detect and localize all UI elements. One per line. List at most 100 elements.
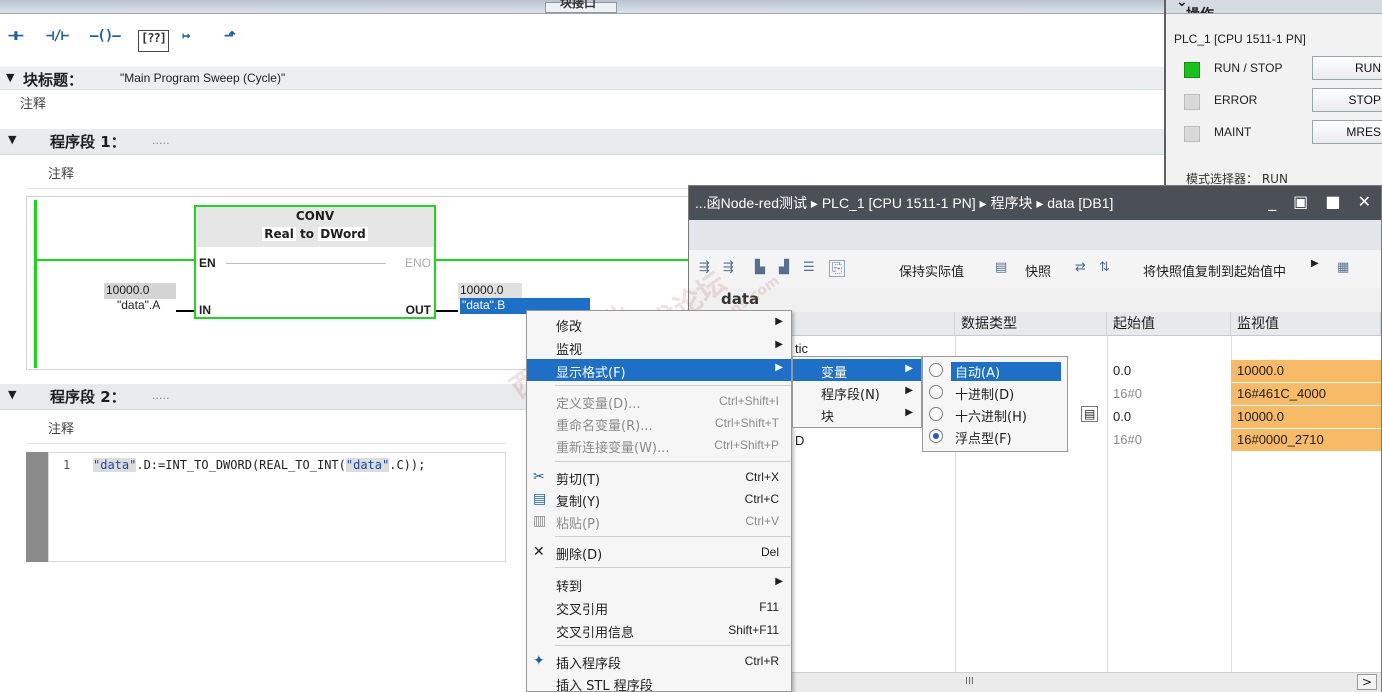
normally-open-contact-icon[interactable]: ⊣⊢ [8,28,24,50]
db-toolbar: ⇶ ⇶ ▙ ▟ ☰ ⎘ 保持实际值 ▤ 快照 ⇄ ⇅ 将快照值复制到起始值中 ▶… [689,250,1381,288]
block-title-value[interactable]: "Main Program Sweep (Cycle)" [120,71,285,85]
coil-icon[interactable]: –()– [90,28,121,50]
radio-button-checked[interactable] [929,429,943,443]
submenu-label: 变量 [821,366,848,381]
pin-eno: ENO [404,256,431,270]
radio-button[interactable] [929,407,943,421]
snapshot-button[interactable]: 快照 [1025,261,1051,280]
horizontal-scrollbar[interactable]: III > [789,672,1381,692]
scl-editor[interactable]: 1 "data".D:=INT_TO_DWORD(REAL_TO_INT("da… [48,452,506,562]
window-controls[interactable]: _ ▣ ■ ✕ [1268,192,1377,211]
db-window-titlebar[interactable]: ...函Node-red测试 ▸ PLC_1 [CPU 1511-1 PN] ▸… [689,186,1381,220]
conv-from-type[interactable]: Real [262,227,296,241]
block-title-bar[interactable]: ▼ 块标题： "Main Program Sweep (Cycle)" [0,66,1166,90]
collapse-triangle-icon[interactable]: ▼ [8,388,16,401]
paste-icon: ▥ [533,513,547,529]
scroll-right-icon[interactable]: > [1356,674,1377,690]
db-settings-icon[interactable]: ▦ [1337,260,1349,275]
network-1-header[interactable]: ▼ 程序段 1： ..... [0,129,1166,155]
maint-led [1184,126,1200,142]
scroll-grip[interactable]: III [965,676,974,687]
scl-code-line[interactable]: "data".D:=INT_TO_DWORD(REAL_TO_INT("data… [93,458,425,472]
load-snapshot-icon[interactable]: ⇄ [1075,260,1086,275]
list-icon[interactable]: ▤ [1081,406,1099,422]
monitor-all-icon[interactable]: ⎘ [829,260,846,277]
insert-row-icon[interactable]: ⇶ [699,260,710,275]
menu-label: 粘贴(P) [556,517,600,532]
menu-item-cut[interactable]: ✂ 剪切(T) Ctrl+X [527,466,791,488]
normally-closed-contact-icon[interactable]: ⊣/⊢ [46,28,69,50]
copy-snapshot-icon[interactable]: ⇅ [1099,260,1110,275]
conv-to-type[interactable]: DWord [318,227,368,241]
copy-snapshot-button[interactable]: 将快照值复制到起始值中 [1143,261,1286,280]
col-datatype-header[interactable]: 数据类型 [955,312,1107,336]
collapse-triangle-icon[interactable]: ▼ [8,133,16,146]
close-branch-icon[interactable]: ⬏ [224,28,236,50]
menu-item-insert-network[interactable]: ✦ 插入程序段 Ctrl+R [527,650,791,672]
start-value-d[interactable]: 16#0 [1107,429,1231,451]
mres-button[interactable]: MRES [1312,120,1382,144]
network-1-comment[interactable]: 注释 [48,163,74,182]
collapse-icon[interactable]: ▟ [779,260,789,275]
col-monitor-header[interactable]: 监视值 [1231,312,1381,336]
start-value-a[interactable]: 0.0 [1107,360,1231,382]
radix-decimal[interactable]: 十进制(D) [923,381,1067,403]
radix-float[interactable]: 浮点型(F) [923,425,1067,447]
network-2-comment[interactable]: 注释 [48,418,74,437]
keep-actual-button[interactable]: 保持实际值 [899,261,964,280]
menu-item-modify[interactable]: 修改 ▶ [527,313,791,335]
collapse-triangle-icon[interactable]: ▼ [6,71,14,84]
in-operand[interactable]: "data".A [117,298,160,312]
menu-item-goto[interactable]: 转到 ▶ [527,573,791,595]
monitor-value-c: 10000.0 [1231,406,1381,428]
menu-shortcut: Ctrl+Shift+P [714,438,779,452]
menu-label: 删除(D) [556,548,603,563]
block-comment[interactable]: 注释 [20,93,46,112]
conv-to-word: to [300,227,315,241]
list-icon[interactable]: ☰ [803,260,815,275]
conv-instruction-box[interactable]: CONV Real to DWord EN ENO IN OUT [194,205,436,319]
menu-separator [555,536,791,537]
menu-item-cross-ref-info[interactable]: 交叉引用信息 Shift+F11 [527,619,791,641]
block-interface-strip[interactable]: 块接口 [0,0,1166,14]
scl-network-2[interactable]: 1 "data".D:=INT_TO_DWORD(REAL_TO_INT("da… [26,452,506,562]
db-name: data [721,290,760,308]
code-tag[interactable]: "data" [93,458,137,472]
snapshot-icon[interactable]: ▤ [995,260,1007,275]
submenu-item-tag[interactable]: 变量 ▶ [793,359,921,381]
menu-item-display-format[interactable]: 显示格式(F) ▶ [527,359,791,381]
menu-item-define-tag[interactable]: 定义变量(D)... Ctrl+Shift+I [527,390,791,412]
expand-icon[interactable]: ▙ [755,260,765,275]
start-value-b[interactable]: 16#0 [1107,383,1231,405]
cpu-panel-title-text: CPU 操作面板 [1186,0,1218,13]
radio-button[interactable] [929,385,943,399]
menu-item-paste[interactable]: ▥ 粘贴(P) Ctrl+V [527,510,791,532]
run-button[interactable]: RUN [1312,56,1382,80]
add-row-icon[interactable]: ⇶ [723,260,734,275]
menu-item-cross-ref[interactable]: 交叉引用 F11 [527,596,791,618]
start-value-c[interactable]: 0.0 [1107,406,1231,428]
network-2-title[interactable]: ..... [152,389,169,402]
empty-box-icon[interactable]: [??] [138,30,169,52]
menu-item-rewire-tag[interactable]: 重新连接变量(W)... Ctrl+Shift+P [527,434,791,456]
radix-label: 自动(A) [951,362,1061,381]
submenu-item-block[interactable]: 块 ▶ [793,403,921,425]
menu-item-copy[interactable]: ▤ 复制(Y) Ctrl+C [527,488,791,510]
conv-types[interactable]: Real to DWord [196,227,434,241]
radix-auto[interactable]: 自动(A) [923,359,1067,381]
menu-item-insert-stl[interactable]: 插入 STL 程序段 [527,672,791,692]
radix-hex[interactable]: 十六进制(H) [923,403,1067,425]
menu-item-delete[interactable]: ✕ 删除(D) Del [527,541,791,563]
menu-item-rename-tag[interactable]: 重命名变量(R)... Ctrl+Shift+T [527,412,791,434]
open-branch-icon[interactable]: ↦ [182,28,191,50]
radio-button[interactable] [929,363,943,377]
menu-item-monitor[interactable]: 监视 ▶ [527,336,791,358]
col-start-header[interactable]: 起始值 [1107,312,1231,336]
more-arrow-icon[interactable]: ▶ [1311,258,1319,269]
code-tag[interactable]: "data" [345,458,390,472]
submenu-arrow-icon: ▶ [905,407,913,418]
network-1-title[interactable]: ..... [152,134,169,147]
submenu-item-network[interactable]: 程序段(N) ▶ [793,381,921,403]
stop-button[interactable]: STOP [1312,88,1382,112]
cpu-panel-header[interactable]: ⌄ CPU 操作面板 [1166,0,1382,14]
